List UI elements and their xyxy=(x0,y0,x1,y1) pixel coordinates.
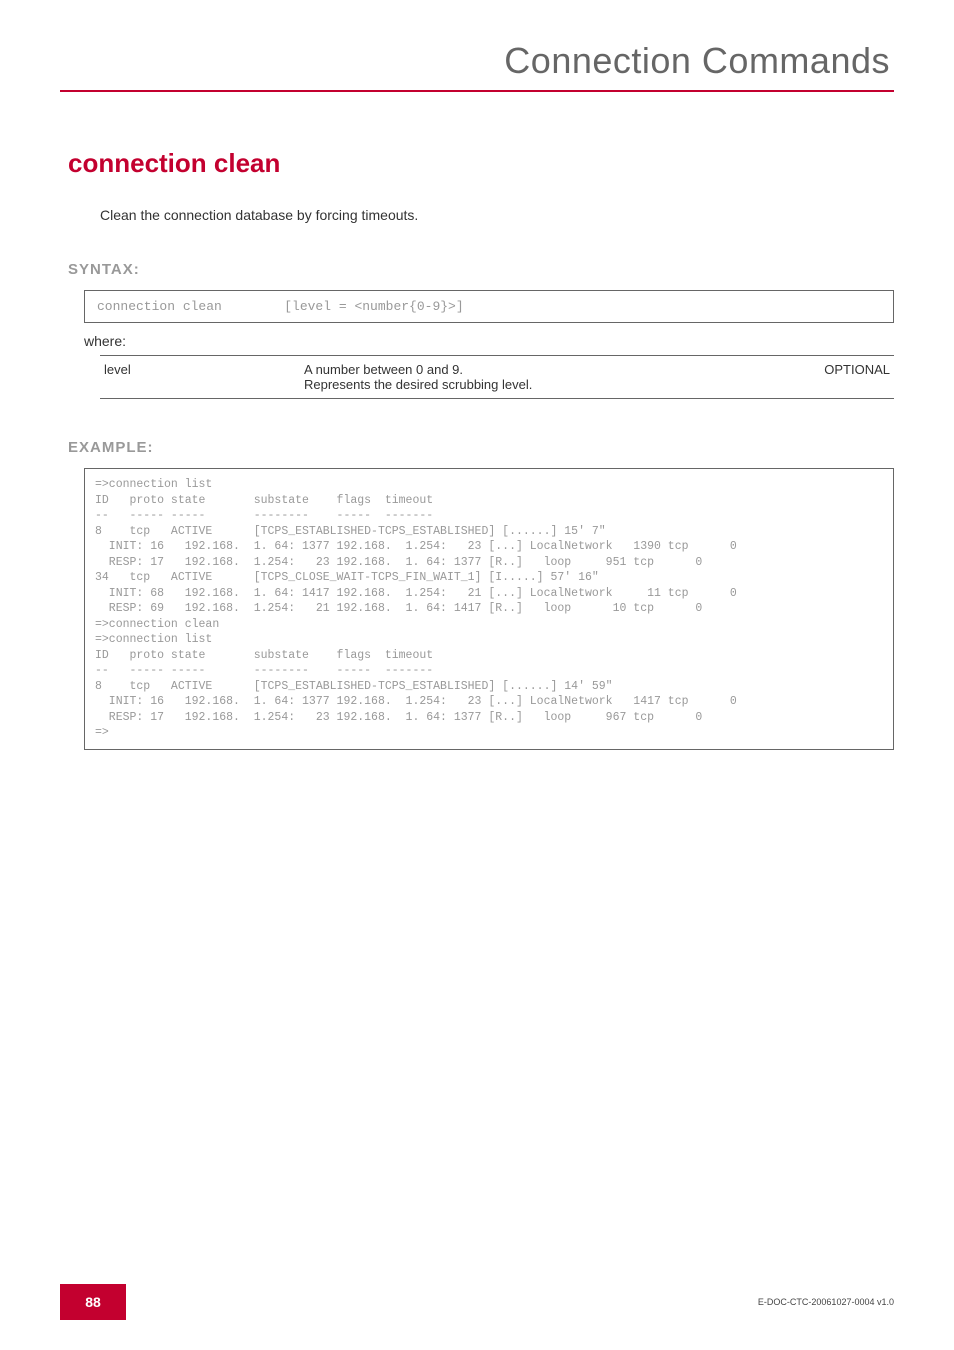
example-box: =>connection list ID proto state substat… xyxy=(84,468,894,750)
param-table: level A number between 0 and 9. Represen… xyxy=(100,355,894,399)
page-number-badge: 88 xyxy=(60,1284,126,1320)
param-optional: OPTIONAL xyxy=(794,356,894,399)
syntax-label: SYNTAX: xyxy=(68,261,894,278)
param-desc: A number between 0 and 9. Represents the… xyxy=(300,356,794,399)
footer: 88 E-DOC-CTC-20061027-0004 v1.0 xyxy=(0,1284,954,1320)
command-description: Clean the connection database by forcing… xyxy=(100,207,894,223)
command-name: connection clean xyxy=(68,148,894,179)
doc-id: E-DOC-CTC-20061027-0004 v1.0 xyxy=(758,1297,894,1307)
header-rule xyxy=(60,90,894,92)
example-label: EXAMPLE: xyxy=(68,439,894,456)
page-header-title: Connection Commands xyxy=(60,40,894,82)
param-name: level xyxy=(100,356,300,399)
syntax-box: connection clean [level = <number{0-9}>] xyxy=(84,290,894,323)
where-label: where: xyxy=(84,333,894,349)
table-row: level A number between 0 and 9. Represen… xyxy=(100,356,894,399)
